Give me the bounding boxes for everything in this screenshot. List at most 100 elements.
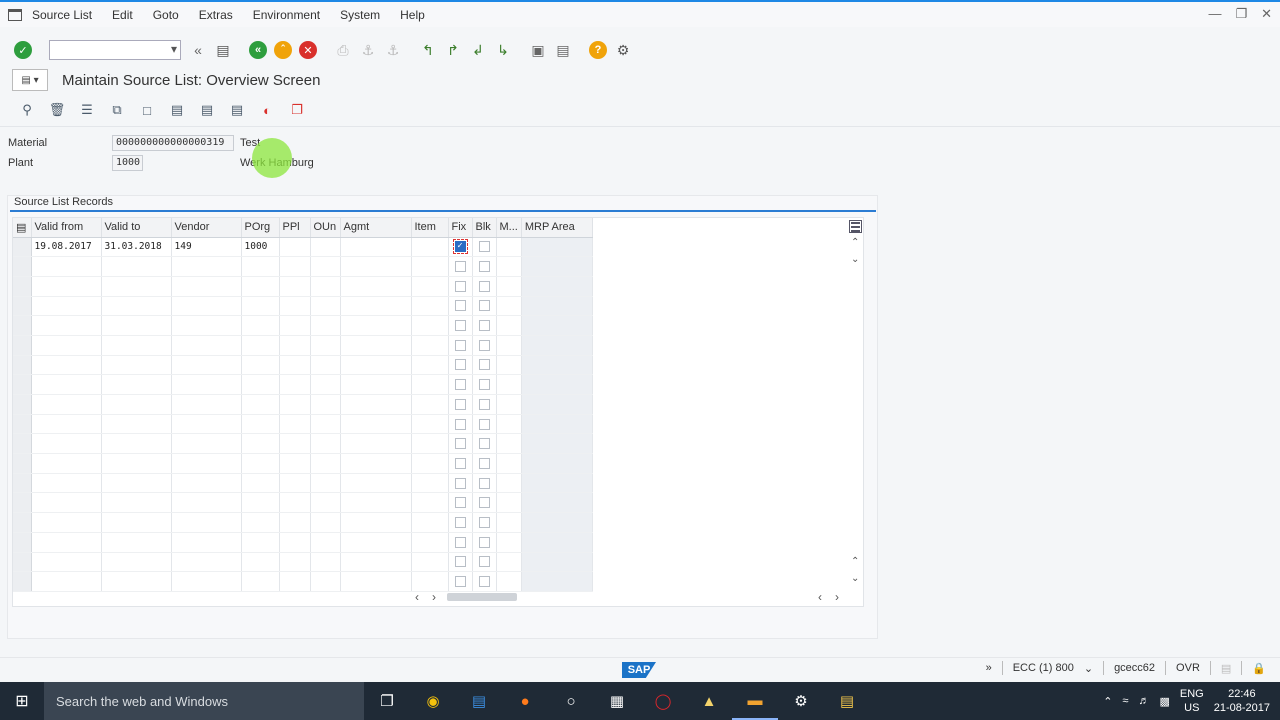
- cell-porg[interactable]: [241, 296, 280, 317]
- cell-valid-from[interactable]: [31, 256, 102, 277]
- blk-checkbox[interactable]: [478, 438, 490, 450]
- blk-checkbox[interactable]: [478, 536, 490, 548]
- help-icon[interactable]: ?: [587, 39, 609, 61]
- volume-icon[interactable]: ♬: [1138, 695, 1149, 707]
- row-selector[interactable]: [13, 414, 32, 435]
- cell-porg[interactable]: [241, 433, 280, 455]
- cell-valid-from[interactable]: [31, 532, 102, 553]
- cell-valid-to[interactable]: [101, 335, 172, 356]
- cell-m[interactable]: [496, 512, 522, 533]
- enter-icon[interactable]: ✓: [12, 39, 34, 61]
- cell-valid-from[interactable]: [31, 276, 102, 297]
- cell-oun[interactable]: [310, 433, 341, 455]
- table-row[interactable]: [13, 414, 593, 435]
- cell-valid-from[interactable]: [31, 433, 102, 455]
- fix-checkbox[interactable]: [454, 379, 466, 391]
- cell-item[interactable]: [411, 355, 449, 376]
- cell-agmt[interactable]: [340, 394, 412, 415]
- cell-oun[interactable]: [310, 552, 341, 573]
- cell-ppl[interactable]: [279, 256, 311, 277]
- details-icon[interactable]: ⚲: [16, 99, 38, 121]
- cell-valid-to[interactable]: [101, 532, 172, 553]
- cell-item[interactable]: [411, 315, 449, 336]
- find-icon[interactable]: ⚓: [357, 39, 379, 61]
- blk-checkbox[interactable]: [478, 261, 490, 273]
- table-row[interactable]: [13, 296, 593, 317]
- fix-checkbox[interactable]: ✓: [452, 239, 468, 255]
- blk-checkbox[interactable]: [478, 398, 490, 410]
- blk-checkbox[interactable]: [478, 418, 490, 430]
- cell-agmt[interactable]: [340, 571, 412, 592]
- window-menu-icon[interactable]: [8, 8, 22, 21]
- cell-item[interactable]: [411, 335, 449, 356]
- table-row[interactable]: [13, 355, 593, 376]
- cell-oun[interactable]: [310, 492, 341, 514]
- cell-item[interactable]: [411, 433, 449, 455]
- col-valid-from[interactable]: Valid from: [31, 218, 102, 238]
- chrome-icon[interactable]: ◉: [410, 682, 456, 720]
- cell-m[interactable]: [496, 552, 522, 573]
- cell-valid-to[interactable]: [101, 355, 172, 376]
- cell-m[interactable]: [496, 315, 522, 336]
- cell-ppl[interactable]: [279, 552, 311, 573]
- table-row[interactable]: [13, 335, 593, 356]
- cell-item[interactable]: [411, 512, 449, 533]
- table-row[interactable]: [13, 473, 593, 494]
- cell-valid-from[interactable]: [31, 492, 102, 514]
- cell-valid-to[interactable]: [101, 571, 172, 592]
- col-agmt[interactable]: Agmt: [340, 218, 412, 238]
- cell-agmt[interactable]: [340, 355, 412, 376]
- cell-vendor[interactable]: [171, 335, 242, 356]
- cell-valid-from[interactable]: [31, 296, 102, 317]
- col-vendor[interactable]: Vendor: [171, 218, 242, 238]
- cell-item[interactable]: [411, 532, 449, 553]
- cell-oun[interactable]: [310, 571, 341, 592]
- file-explorer-icon[interactable]: ▤: [824, 682, 870, 720]
- cell-oun[interactable]: [310, 335, 341, 356]
- cell-item[interactable]: [411, 492, 449, 514]
- cell-oun[interactable]: [310, 453, 341, 474]
- cell-agmt[interactable]: [340, 256, 412, 277]
- scroll-page-up-icon[interactable]: ⌃: [851, 556, 859, 567]
- cell-vendor[interactable]: [171, 276, 242, 297]
- cell-porg[interactable]: [241, 355, 280, 376]
- last-page-icon[interactable]: ↳: [492, 39, 514, 61]
- cell-vendor[interactable]: [171, 355, 242, 376]
- col-fix[interactable]: Fix: [448, 218, 473, 238]
- cell-porg[interactable]: [241, 414, 280, 435]
- new-session-icon[interactable]: ▣: [527, 39, 549, 61]
- table-row[interactable]: [13, 433, 593, 455]
- cell-ppl[interactable]: [279, 571, 311, 592]
- blk-checkbox[interactable]: [478, 556, 490, 568]
- cell-vendor[interactable]: [171, 433, 242, 455]
- cell-agmt[interactable]: [340, 433, 412, 455]
- row-selector[interactable]: [13, 335, 32, 356]
- fix-checkbox[interactable]: [454, 536, 466, 548]
- cell-m[interactable]: [496, 571, 522, 592]
- cell-oun[interactable]: [310, 355, 341, 376]
- fix-checkbox[interactable]: [454, 576, 466, 588]
- copy-icon[interactable]: ⧉: [106, 99, 128, 121]
- col-item[interactable]: Item: [411, 218, 449, 238]
- minimize-icon[interactable]: —: [1208, 6, 1221, 22]
- cell-vendor[interactable]: [171, 296, 242, 317]
- windows-start-icon[interactable]: ⊞: [0, 682, 44, 720]
- cell-vendor[interactable]: [171, 394, 242, 415]
- back-arrows-icon[interactable]: «: [187, 39, 209, 61]
- cell-item[interactable]: [411, 256, 449, 277]
- cell-vendor[interactable]: [171, 374, 242, 395]
- cell-porg[interactable]: [241, 552, 280, 573]
- cell-valid-to[interactable]: [101, 315, 172, 336]
- table-row[interactable]: [13, 315, 593, 336]
- screen-menu-icon[interactable]: ▤ ▾: [12, 69, 48, 91]
- material-field[interactable]: 000000000000000319: [112, 135, 234, 151]
- cell-ppl[interactable]: [279, 296, 311, 317]
- cell-oun[interactable]: [310, 276, 341, 297]
- table-row[interactable]: [13, 453, 593, 474]
- cell-agmt[interactable]: [340, 237, 412, 258]
- blk-checkbox[interactable]: [478, 320, 490, 332]
- cell-porg[interactable]: [241, 492, 280, 514]
- cell-agmt[interactable]: [340, 296, 412, 317]
- row-selector[interactable]: [13, 473, 32, 494]
- cell-item[interactable]: [411, 237, 449, 258]
